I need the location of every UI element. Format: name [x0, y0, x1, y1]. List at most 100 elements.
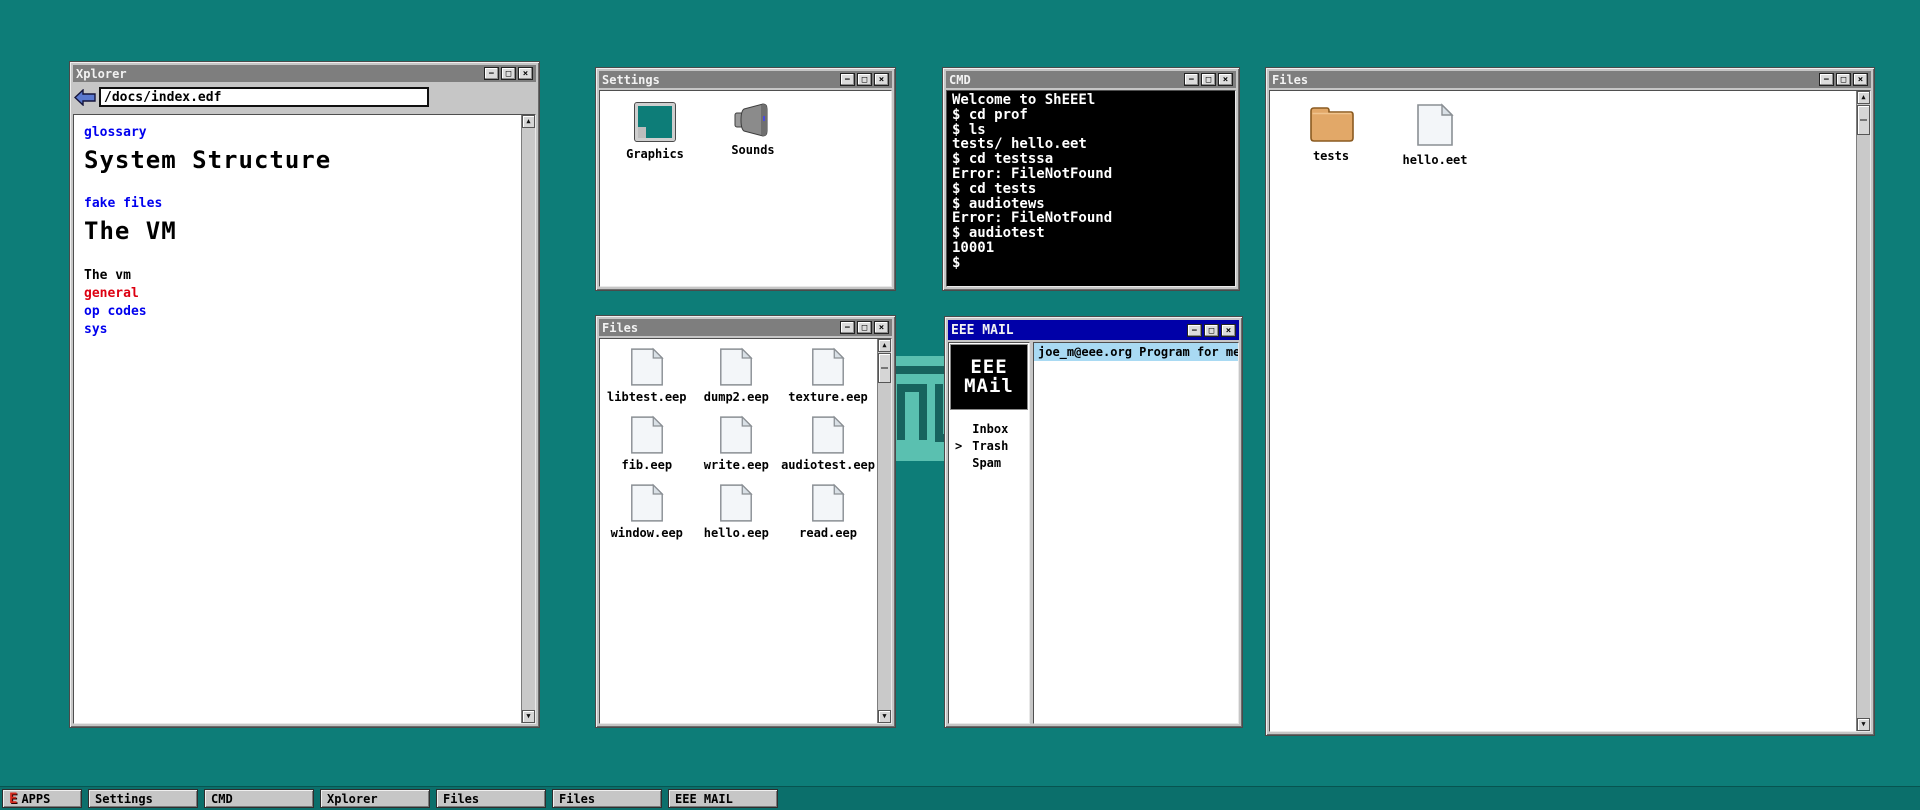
- terminal-line: $ ls: [952, 123, 1230, 138]
- file-item[interactable]: hello.eep: [692, 483, 782, 551]
- window-title: EEE MAIL: [951, 323, 1014, 338]
- mail-folder-inbox[interactable]: Inbox: [955, 421, 1029, 438]
- file-item-hello-eet[interactable]: hello.eet: [1398, 103, 1472, 167]
- sounds-icon: [733, 103, 773, 137]
- close-button[interactable]: ×: [874, 321, 889, 334]
- file-item[interactable]: fib.eep: [602, 415, 692, 483]
- file-item[interactable]: libtest.eep: [602, 347, 692, 415]
- maximize-button[interactable]: □: [1201, 73, 1216, 86]
- taskbar-item-eee-mail[interactable]: EEE MAIL: [668, 789, 778, 808]
- window-title: Settings: [602, 73, 660, 87]
- xplorer-titlebar[interactable]: Xplorer − □ ×: [73, 65, 536, 82]
- minimize-button[interactable]: −: [1187, 324, 1202, 337]
- taskbar-item-files-2[interactable]: Files: [552, 789, 662, 808]
- minimize-button[interactable]: −: [1819, 73, 1834, 86]
- mail-message-list: joe_m@eee.org Program for me: [1033, 342, 1239, 724]
- mail-message-row[interactable]: joe_m@eee.org Program for me: [1034, 343, 1238, 361]
- folder-label: Trash: [972, 439, 1008, 453]
- task-button-label: Files: [443, 792, 479, 806]
- mail-folder-spam[interactable]: Spam: [955, 455, 1029, 472]
- taskbar-item-settings[interactable]: Settings: [88, 789, 198, 808]
- file-label: hello.eep: [704, 526, 769, 540]
- file-item[interactable]: write.eep: [692, 415, 782, 483]
- scroll-up-icon[interactable]: ▲: [1857, 91, 1870, 104]
- window-title: Files: [1272, 73, 1308, 87]
- close-button[interactable]: ×: [874, 73, 889, 86]
- file-label: write.eep: [704, 458, 769, 472]
- task-button-label: APPS: [21, 792, 50, 806]
- back-icon[interactable]: [74, 89, 96, 106]
- taskbar-item-xplorer[interactable]: Xplorer: [320, 789, 430, 808]
- file-label: hello.eet: [1402, 153, 1467, 167]
- mail-folder-trash[interactable]: > Trash: [955, 438, 1029, 455]
- maximize-button[interactable]: □: [857, 73, 872, 86]
- close-button[interactable]: ×: [518, 67, 533, 80]
- window-title: Files: [602, 321, 638, 335]
- file-item[interactable]: texture.eep: [781, 347, 875, 415]
- file-item[interactable]: window.eep: [602, 483, 692, 551]
- graphics-icon: [635, 103, 675, 141]
- taskbar-item-cmd[interactable]: CMD: [204, 789, 314, 808]
- terminal-line: $ cd tests: [952, 182, 1230, 197]
- scroll-up-icon[interactable]: ▲: [522, 115, 535, 128]
- settings-item-graphics[interactable]: Graphics: [618, 103, 692, 161]
- folder-icon: [1308, 103, 1354, 143]
- file-item-tests[interactable]: tests: [1294, 103, 1368, 167]
- taskbar-item-files-1[interactable]: Files: [436, 789, 546, 808]
- minimize-button[interactable]: −: [1184, 73, 1199, 86]
- file-icon: [811, 483, 845, 523]
- terminal-line: $ audiotews: [952, 197, 1230, 212]
- settings-titlebar[interactable]: Settings − □ ×: [599, 71, 892, 88]
- file-item[interactable]: read.eep: [781, 483, 875, 551]
- minimize-button[interactable]: −: [840, 321, 855, 334]
- settings-item-label: Graphics: [626, 147, 684, 161]
- scrollbar-thumb[interactable]: [878, 353, 891, 383]
- close-button[interactable]: ×: [1853, 73, 1868, 86]
- scroll-down-icon[interactable]: ▼: [1857, 718, 1870, 731]
- scrollbar-thumb[interactable]: [1857, 105, 1870, 135]
- terminal-output[interactable]: Welcome to ShEEEl $ cd prof $ ls tests/ …: [947, 91, 1235, 286]
- file-icon: [719, 483, 753, 523]
- task-button-label: CMD: [211, 792, 233, 806]
- apps-menu-button[interactable]: E APPS: [2, 789, 82, 808]
- files-titlebar[interactable]: Files − □ ×: [1269, 71, 1871, 88]
- maximize-button[interactable]: □: [501, 67, 516, 80]
- minimize-button[interactable]: −: [840, 73, 855, 86]
- file-label: audiotest.eep: [781, 458, 875, 472]
- doc-link-op-codes[interactable]: op codes: [84, 303, 511, 321]
- vertical-scrollbar[interactable]: ▲ ▼: [521, 115, 535, 723]
- scroll-down-icon[interactable]: ▼: [878, 710, 891, 723]
- file-item[interactable]: dump2.eep: [692, 347, 782, 415]
- settings-window: Settings − □ × Graphics: [596, 68, 895, 290]
- maximize-button[interactable]: □: [857, 321, 872, 334]
- address-input[interactable]: [99, 87, 429, 107]
- files-titlebar[interactable]: Files − □ ×: [599, 319, 892, 336]
- task-button-label: Files: [559, 792, 595, 806]
- window-title: CMD: [949, 73, 971, 87]
- scroll-down-icon[interactable]: ▼: [522, 710, 535, 723]
- doc-link-general[interactable]: general: [84, 285, 511, 303]
- taskbar: E APPS Settings CMD Xplorer Files Files …: [0, 786, 1920, 810]
- close-button[interactable]: ×: [1221, 324, 1236, 337]
- terminal-line: Error: FileNotFound: [952, 211, 1230, 226]
- folder-label: Spam: [972, 456, 1001, 470]
- maximize-button[interactable]: □: [1204, 324, 1219, 337]
- doc-link-sys[interactable]: sys: [84, 321, 511, 339]
- maximize-button[interactable]: □: [1836, 73, 1851, 86]
- desktop-logo: [890, 356, 950, 461]
- mail-titlebar[interactable]: EEE MAIL − □ ×: [948, 320, 1239, 340]
- doc-link-fake-files[interactable]: fake files: [84, 196, 511, 211]
- scroll-up-icon[interactable]: ▲: [878, 339, 891, 352]
- vertical-scrollbar[interactable]: ▲ ▼: [1856, 91, 1870, 731]
- apps-logo-icon: E: [9, 792, 17, 806]
- file-icon: [811, 415, 845, 455]
- folder-label: Inbox: [972, 422, 1008, 436]
- file-item[interactable]: audiotest.eep: [781, 415, 875, 483]
- doc-link-glossary[interactable]: glossary: [84, 125, 511, 140]
- minimize-button[interactable]: −: [484, 67, 499, 80]
- terminal-line: Error: FileNotFound: [952, 167, 1230, 182]
- settings-item-sounds[interactable]: Sounds: [716, 103, 790, 161]
- cmd-titlebar[interactable]: CMD − □ ×: [946, 71, 1236, 88]
- close-button[interactable]: ×: [1218, 73, 1233, 86]
- vertical-scrollbar[interactable]: ▲ ▼: [877, 339, 891, 723]
